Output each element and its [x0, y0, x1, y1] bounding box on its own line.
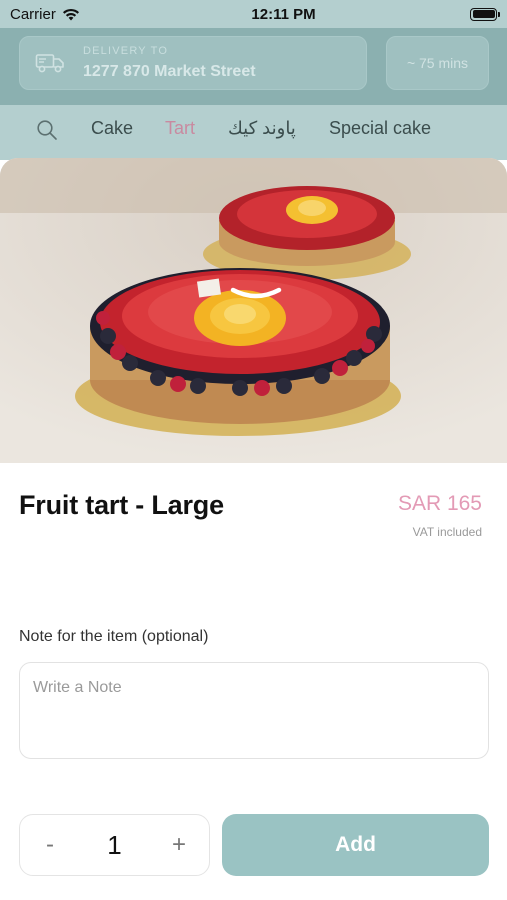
add-to-cart-button[interactable]: Add	[222, 814, 489, 876]
delivery-truck-icon	[35, 54, 64, 73]
product-image	[0, 158, 507, 463]
delivery-address: 1277 870 Market Street	[83, 63, 256, 80]
note-label: Note for the item (optional)	[19, 628, 209, 645]
background-app: Carrier 12:11 PM DELIVERY TO 1277 870 Ma…	[0, 0, 507, 160]
tab-tart[interactable]: Tart	[165, 118, 195, 139]
delivery-header: DELIVERY TO 1277 870 Market Street ~ 75 …	[0, 28, 507, 105]
quantity-value: 1	[107, 829, 122, 860]
status-bar: Carrier 12:11 PM	[0, 0, 507, 28]
carrier-label: Carrier	[10, 5, 56, 23]
tab-cake[interactable]: Cake	[91, 118, 133, 139]
delivery-caption: DELIVERY TO	[83, 45, 169, 57]
delivery-address-button[interactable]: DELIVERY TO 1277 870 Market Street	[19, 36, 367, 90]
tab-pound-cake[interactable]: پاوند کیك	[228, 118, 296, 139]
product-title: Fruit tart - Large	[19, 490, 224, 520]
quantity-stepper: - 1 +	[19, 814, 210, 876]
category-tabs: Cake Tart پاوند کیك Special cake	[0, 105, 507, 160]
vat-note: VAT included	[412, 525, 482, 539]
status-time: 12:11 PM	[251, 5, 316, 23]
fruit-tart-illustration	[0, 158, 507, 463]
wifi-icon	[62, 8, 79, 20]
tab-special-cake[interactable]: Special cake	[329, 118, 431, 139]
increase-quantity-button[interactable]: +	[149, 815, 209, 875]
delivery-time-badge[interactable]: ~ 75 mins	[386, 36, 489, 90]
sheet-handle-icon[interactable]	[230, 286, 282, 300]
product-price: SAR 165	[397, 492, 482, 515]
search-icon[interactable]	[36, 119, 58, 141]
decrease-quantity-button[interactable]: -	[20, 815, 80, 875]
battery-icon	[470, 7, 500, 21]
product-sheet: Fruit tart - Large SAR 165 VAT included …	[0, 158, 507, 900]
note-input[interactable]	[19, 662, 489, 759]
delivery-time-label: ~ 75 mins	[406, 55, 469, 71]
